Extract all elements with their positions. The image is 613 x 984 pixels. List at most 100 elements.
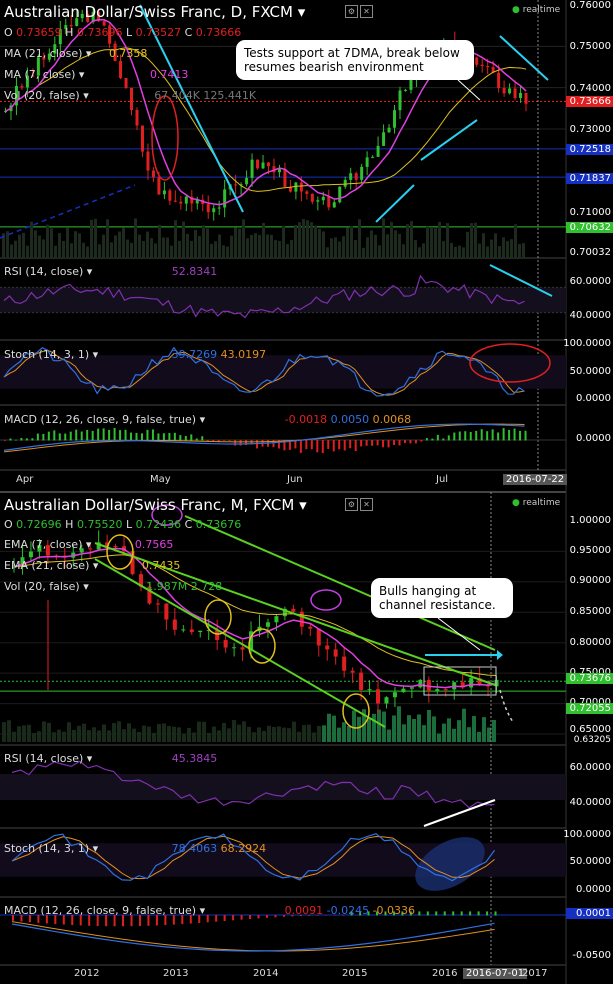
top-macd-legend[interactable]: MACD (12, 26, close, 9, false, true) ▾ -… (4, 413, 411, 426)
macd-hist-bar (443, 911, 446, 916)
bottom-macd-legend[interactable]: MACD (12, 26, close, 9, false, true) ▾ 0… (4, 904, 415, 917)
candle-body (365, 157, 369, 167)
top-annotation-callout: Tests support at 7DMA, break below resum… (236, 40, 474, 80)
rsi-level: 40.0000 (569, 310, 611, 321)
macd-hist-bar (97, 428, 100, 441)
candle-body (206, 204, 210, 213)
candle-body (367, 689, 372, 691)
macd-hist-bar (382, 440, 385, 448)
ma7-value: 0.7413 (149, 68, 189, 81)
volume-bar (6, 231, 9, 258)
volume-bar (198, 235, 201, 258)
candle-body (354, 173, 358, 180)
macd-hist-bar (371, 440, 374, 446)
top-ma7-legend[interactable]: MA (7, close) ▾ 0.7413 (4, 68, 188, 81)
volume-bar (506, 241, 509, 258)
macd-hist-bar (502, 428, 505, 441)
vol-value-1: 67.404K (154, 89, 200, 102)
volume-bar (62, 240, 65, 258)
volume-bar (378, 245, 381, 258)
bottom-ema21-legend[interactable]: EMA (21, close) ▾ 0.7435 (4, 559, 180, 572)
volume-bar (302, 218, 305, 258)
top-rsi-legend[interactable]: RSI (14, close) ▾ 52.8341 (4, 265, 217, 278)
candle-body (250, 159, 254, 178)
settings-icon[interactable]: ⚙ (345, 5, 358, 18)
close-icon[interactable]: ✕ (360, 498, 373, 511)
close-icon[interactable]: ✕ (360, 5, 373, 18)
macd-hist-bar (425, 438, 428, 441)
price-label: 0.74000 (569, 83, 611, 94)
vol-value-2: 2.728 (190, 580, 223, 593)
candle-body (494, 679, 499, 687)
candle-body (308, 626, 313, 629)
volume-bar (197, 721, 201, 742)
top-vol-legend[interactable]: Vol (20, false) ▾ 67.404K 125.441K (4, 89, 256, 102)
macd-hist-bar (69, 431, 72, 441)
price-label: 0.75000 (569, 41, 611, 52)
candle-body (223, 640, 228, 648)
rsi-level: 60.0000 (569, 762, 611, 773)
volume-bar (170, 245, 173, 258)
settings-icon[interactable]: ⚙ (345, 498, 358, 511)
volume-bar (350, 225, 353, 258)
bottom-rsi-legend[interactable]: RSI (14, close) ▾ 45.3845 (4, 752, 217, 765)
bottom-ema7-legend[interactable]: EMA (7, close) ▾ 0.7565 (4, 538, 173, 551)
volume-bar (274, 240, 277, 258)
volume-bar (302, 725, 306, 742)
macd-hist-bar (135, 432, 138, 441)
volume-bar (222, 722, 226, 742)
macd-hist-bar (452, 911, 455, 916)
volume-bar (486, 246, 489, 258)
macd-hist-bar (436, 434, 439, 441)
volume-bar (17, 726, 21, 742)
price-label: 0.71000 (569, 207, 611, 218)
bottom-stoch-legend[interactable]: Stoch (14, 3, 1) ▾ 78.4063 68.2924 (4, 842, 266, 855)
volume-bar (394, 230, 397, 258)
volume-bar (337, 727, 341, 742)
volume-bar (362, 247, 365, 258)
top-annotation-text: Tests support at 7DMA, break below resum… (244, 46, 460, 74)
candle-body (376, 689, 381, 704)
candle-body (360, 166, 364, 180)
volume-bar (272, 726, 276, 742)
rsi-level: 60.0000 (569, 276, 611, 287)
volume-bar (442, 241, 445, 258)
volume-bar (187, 727, 191, 742)
volume-bar (322, 231, 325, 258)
stoch-k-value: 78.4063 (171, 842, 218, 855)
bottom-realtime-text: realtime (522, 498, 561, 508)
volume-bar (417, 714, 421, 742)
volume-bar (367, 718, 371, 742)
bottom-chart-title[interactable]: Australian Dollar/Swiss Franc, M, FXCM ▾ (4, 496, 307, 514)
macd-hist-bar (20, 437, 23, 441)
bottom-annotation-text: Bulls hanging at channel resistance. (379, 584, 496, 612)
volume-bar (312, 732, 316, 742)
volume-bar (342, 722, 346, 742)
top-stoch-legend[interactable]: Stoch (14, 3, 1) ▾ 39.7269 43.0197 (4, 348, 266, 361)
stoch-level: 100.0000 (563, 338, 611, 349)
macd-hist-bar (42, 433, 45, 441)
candle-body (189, 629, 194, 633)
support-tag: 0.71837 (566, 173, 613, 184)
volume-bar (358, 219, 361, 258)
volume-bar (410, 221, 413, 258)
macd-hist-bar (321, 440, 324, 454)
macd-hist-bar (475, 430, 478, 441)
ohlc-low-label: L (125, 26, 133, 39)
top-chart-title[interactable]: Australian Dollar/Swiss Franc, D, FXCM ▾ (4, 3, 305, 21)
volume-bar (182, 221, 185, 258)
macd-hist-bar (4, 440, 6, 441)
top-ma21-legend[interactable]: MA (21, close) ▾ 0.7358 (4, 47, 147, 60)
volume-bar (286, 244, 289, 258)
candle-body (382, 132, 386, 146)
macd-hist-bar (338, 440, 341, 450)
candle-body (181, 629, 186, 631)
rsi-label: RSI (14, close) (4, 265, 84, 278)
macd-hist-bar (418, 911, 421, 916)
bottom-vol-legend[interactable]: Vol (20, false) ▾ 1.987M 2.728 (4, 580, 222, 593)
volume-bar (50, 228, 53, 258)
macd-level: -0.0500 (572, 950, 611, 961)
volume-bar (366, 237, 369, 258)
candle-body (283, 169, 287, 187)
volume-bar (62, 731, 66, 742)
